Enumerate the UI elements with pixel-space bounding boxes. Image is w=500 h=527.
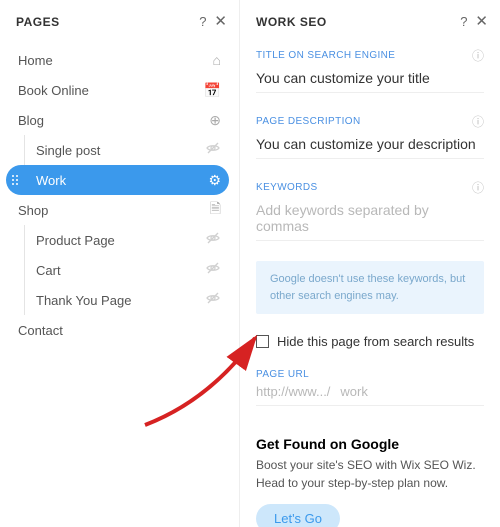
title-input[interactable]: You can customize your title [256, 68, 484, 93]
url-label: PAGE URL [256, 369, 309, 380]
page-item[interactable]: Contact [6, 315, 229, 345]
page-item-label: Shop [18, 203, 205, 218]
page-item[interactable]: Shop 🗎 [6, 195, 229, 225]
page-item[interactable]: Product Page [6, 225, 229, 255]
promo-body: Boost your site's SEO with Wix SEO Wiz. … [256, 456, 484, 492]
page-type-icon: ⌂ [213, 52, 221, 68]
page-item[interactable]: Blog ⊕ [6, 105, 229, 135]
page-item-label: Book Online [18, 83, 199, 98]
close-icon[interactable]: ✕ [475, 14, 488, 29]
keywords-label: KEYWORDS [256, 182, 318, 193]
info-icon[interactable]: ⓘ [472, 179, 484, 196]
keywords-input[interactable]: Add keywords separated by commas [256, 200, 484, 241]
page-item[interactable]: Cart [6, 255, 229, 285]
description-label: PAGE DESCRIPTION [256, 116, 361, 127]
page-item-label: Contact [18, 323, 221, 338]
pages-title: PAGES [16, 15, 60, 29]
page-item-label: Blog [18, 113, 204, 128]
hidden-icon[interactable] [205, 230, 221, 250]
hide-label: Hide this page from search results [277, 334, 474, 349]
page-item-label: Thank You Page [36, 293, 205, 308]
keywords-note-section: Google doesn't use these keywords, but o… [240, 253, 500, 326]
promo-section: Get Found on Google Boost your site's SE… [240, 418, 500, 527]
description-input[interactable]: You can customize your description [256, 134, 484, 159]
pages-tree: Home⌂Book Online📅Blog⊕Single postWork⚙Sh… [0, 39, 239, 351]
hide-checkbox-row[interactable]: Hide this page from search results [256, 334, 484, 349]
page-item[interactable]: Single post [6, 135, 229, 165]
title-label: TITLE ON SEARCH ENGINE [256, 50, 395, 61]
page-item-label: Work [36, 173, 208, 188]
drag-handle-icon[interactable] [12, 175, 18, 185]
pages-header: PAGES ? ✕ [0, 0, 239, 39]
seo-header: WORK SEO ? ✕ [240, 0, 500, 39]
help-icon[interactable]: ? [460, 14, 467, 29]
seo-title: WORK SEO [256, 15, 327, 29]
page-item[interactable]: Home ⌂ [6, 45, 229, 75]
page-type-icon: 🗎 [210, 198, 221, 222]
hidden-icon[interactable] [205, 260, 221, 280]
hide-section: Hide this page from search results [240, 326, 500, 361]
seo-panel: WORK SEO ? ✕ TITLE ON SEARCH ENGINE ⓘ Yo… [240, 0, 500, 527]
seo-header-actions: ? ✕ [460, 14, 488, 29]
hidden-icon[interactable] [205, 140, 221, 160]
page-item-label: Single post [36, 143, 205, 158]
checkbox-icon[interactable] [256, 335, 269, 348]
promo-title: Get Found on Google [256, 436, 484, 452]
page-type-icon: ⊕ [209, 112, 221, 129]
url-slug-input[interactable]: work [340, 384, 367, 399]
gear-icon[interactable]: ⚙ [208, 172, 221, 189]
pages-header-actions: ? ✕ [199, 14, 227, 29]
page-item[interactable]: Book Online 📅 [6, 75, 229, 105]
keywords-note: Google doesn't use these keywords, but o… [256, 261, 484, 314]
keywords-section: KEYWORDS ⓘ Add keywords separated by com… [240, 171, 500, 253]
info-icon[interactable]: ⓘ [472, 47, 484, 64]
page-item-label: Product Page [36, 233, 205, 248]
page-type-icon: 📅 [204, 82, 221, 99]
info-icon[interactable]: ⓘ [472, 113, 484, 130]
description-section: PAGE DESCRIPTION ⓘ You can customize you… [240, 105, 500, 171]
page-item[interactable]: Work⚙ [6, 165, 229, 195]
url-prefix: http://www.../ [256, 384, 330, 399]
page-item-label: Cart [36, 263, 205, 278]
lets-go-button[interactable]: Let's Go [256, 504, 340, 527]
close-icon[interactable]: ✕ [214, 14, 227, 29]
page-item[interactable]: Thank You Page [6, 285, 229, 315]
pages-panel: PAGES ? ✕ Home ⌂ Book Online 📅Blog ⊕ Single p… [0, 0, 240, 527]
hidden-icon[interactable] [205, 290, 221, 310]
help-icon[interactable]: ? [199, 14, 206, 29]
title-section: TITLE ON SEARCH ENGINE ⓘ You can customi… [240, 39, 500, 105]
page-item-label: Home [18, 53, 208, 68]
url-section: PAGE URL http://www.../ work [240, 361, 500, 418]
